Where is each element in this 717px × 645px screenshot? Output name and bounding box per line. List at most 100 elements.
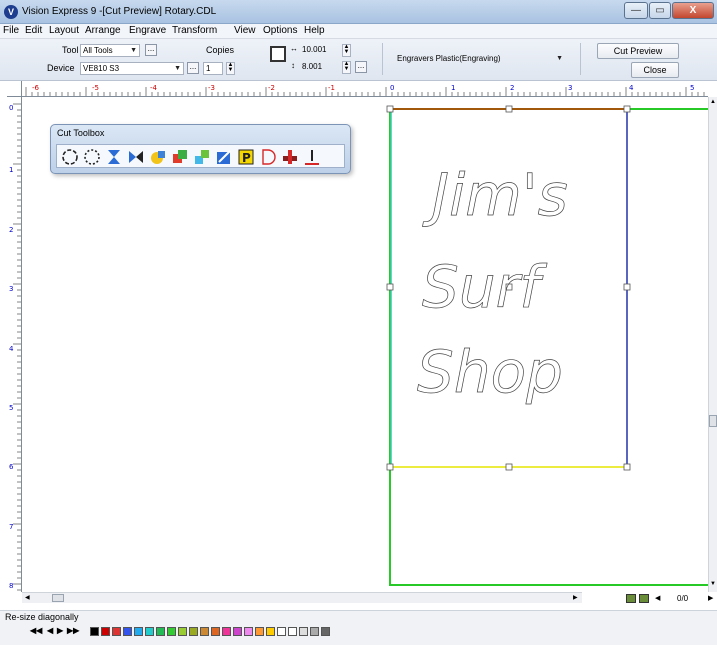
color-swatch[interactable] (222, 627, 231, 636)
copies-stepper[interactable]: ▲ ▼ (226, 62, 235, 75)
color-swatch[interactable] (123, 627, 132, 636)
flip-horizontal-icon[interactable] (125, 147, 146, 166)
menu-bar: File Edit Layout Arrange Engrave Transfo… (0, 24, 717, 39)
color-swatch[interactable] (167, 627, 176, 636)
add-page-icon[interactable] (639, 594, 649, 603)
menu-options[interactable]: Options (263, 25, 297, 36)
color-swatch[interactable] (266, 627, 275, 636)
next-color-icon[interactable]: ▶ (57, 626, 63, 635)
menu-help[interactable]: Help (304, 25, 325, 36)
tool-select[interactable]: All Tools ▼ (80, 44, 140, 57)
d-shape-icon[interactable] (257, 147, 278, 166)
size-ellipsis-button[interactable]: ... (355, 61, 367, 73)
scroll-left-icon[interactable]: ◀ (25, 594, 30, 601)
ruler-label: 5 (690, 84, 694, 92)
canvas-text-line1: Jim's (422, 161, 568, 229)
scroll-down-icon[interactable]: ▼ (710, 581, 716, 587)
height-stepper[interactable]: ▲ ▼ (342, 61, 351, 74)
color-swatch[interactable] (288, 627, 297, 636)
first-color-icon[interactable]: ◀◀ (30, 626, 42, 635)
page-icon[interactable] (626, 594, 636, 603)
device-select[interactable]: VE810 S3 ▼ (80, 62, 184, 75)
ruler-label: 4 (629, 84, 634, 92)
ruler-label: 7 (9, 523, 13, 531)
menu-file[interactable]: File (3, 25, 19, 36)
horizontal-scrollbar[interactable]: ◀ ▶ (22, 592, 582, 603)
width-input[interactable]: 10.001 (300, 44, 338, 57)
material-select-value: Engravers Plastic(Engraving) (397, 54, 501, 63)
p-letter-icon[interactable]: P (235, 147, 256, 166)
menu-edit[interactable]: Edit (25, 25, 42, 36)
cutter-icon[interactable] (279, 147, 300, 166)
ruler-label: -2 (268, 84, 275, 92)
ruler-corner[interactable] (7, 81, 22, 97)
minimize-button[interactable]: — (624, 2, 648, 19)
close-preview-button[interactable]: Close (631, 62, 679, 78)
flip-vertical-icon[interactable] (103, 147, 124, 166)
menu-layout[interactable]: Layout (49, 25, 79, 36)
width-arrow-icon: ↔ (290, 44, 298, 53)
circle-dashed-icon[interactable] (81, 147, 102, 166)
ruler-label: 4 (9, 345, 14, 353)
material-select[interactable]: Engravers Plastic(Engraving) ▼ (395, 53, 565, 66)
color-swatch[interactable] (101, 627, 110, 636)
color-swatch[interactable] (178, 627, 187, 636)
color-swatch[interactable] (255, 627, 264, 636)
vertical-scroll-thumb[interactable] (709, 415, 717, 427)
horizontal-scroll-thumb[interactable] (52, 594, 64, 602)
device-label: Device (47, 63, 75, 73)
weld-icon[interactable] (147, 147, 168, 166)
menu-engrave[interactable]: Engrave (129, 25, 166, 36)
scroll-up-icon[interactable]: ▲ (710, 99, 716, 105)
ruler-label: 1 (451, 84, 455, 92)
menu-transform[interactable]: Transform (172, 25, 217, 36)
overlap-icon[interactable] (169, 147, 190, 166)
toolbar: Tool All Tools ▼ ... Device VE810 S3 ▼ .… (0, 39, 717, 81)
color-swatch[interactable] (112, 627, 121, 636)
color-fill-icon[interactable] (213, 147, 234, 166)
prev-page-icon[interactable]: ◀ (655, 594, 660, 602)
color-swatch[interactable] (233, 627, 242, 636)
color-swatch[interactable] (211, 627, 220, 636)
next-page-icon[interactable]: ▶ (708, 594, 713, 602)
color-swatch[interactable] (90, 627, 99, 636)
cut-preview-button[interactable]: Cut Preview (597, 43, 679, 59)
close-window-button[interactable]: X (672, 2, 714, 19)
color-swatch[interactable] (134, 627, 143, 636)
width-stepper[interactable]: ▲ ▼ (342, 44, 351, 57)
copies-input[interactable]: 1 (203, 62, 223, 75)
scroll-right-icon[interactable]: ▶ (573, 594, 578, 601)
last-color-icon[interactable]: ▶▶ (67, 626, 79, 635)
ruler-label: 2 (9, 226, 13, 234)
ruler-label: 3 (9, 285, 13, 293)
puzzle-icon[interactable] (191, 147, 212, 166)
color-swatch[interactable] (200, 627, 209, 636)
color-swatch[interactable] (156, 627, 165, 636)
vertical-scrollbar[interactable]: ▲ ▼ (708, 97, 717, 592)
color-swatch[interactable] (189, 627, 198, 636)
color-swatch[interactable] (277, 627, 286, 636)
color-swatch[interactable] (299, 627, 308, 636)
color-swatch[interactable] (145, 627, 154, 636)
menu-view[interactable]: View (234, 25, 256, 36)
color-swatch[interactable] (244, 627, 253, 636)
ruler-label: 1 (9, 166, 13, 174)
color-swatch[interactable] (321, 627, 330, 636)
color-swatch[interactable] (310, 627, 319, 636)
ruler-label: -3 (208, 84, 215, 92)
height-input[interactable]: 8.001 (300, 61, 338, 74)
device-ellipsis-button[interactable]: ... (187, 62, 199, 74)
tool-ellipsis-button[interactable]: ... (145, 44, 157, 56)
menu-arrange[interactable]: Arrange (85, 25, 121, 36)
circle-select-icon[interactable] (59, 147, 80, 166)
restore-button[interactable]: ▭ (649, 2, 671, 19)
page-indicator: 0/0 (677, 594, 689, 603)
tool-select-value: All Tools (83, 46, 113, 55)
cut-toolbox-tools: P (56, 144, 345, 168)
ruler-label: 8 (9, 582, 13, 590)
prev-color-icon[interactable]: ◀ (47, 626, 53, 635)
ruler-label: -1 (328, 84, 335, 92)
cut-toolbox[interactable]: Cut Toolbox P (50, 124, 351, 174)
inline-icon[interactable] (301, 147, 322, 166)
app-icon: V (4, 5, 18, 19)
